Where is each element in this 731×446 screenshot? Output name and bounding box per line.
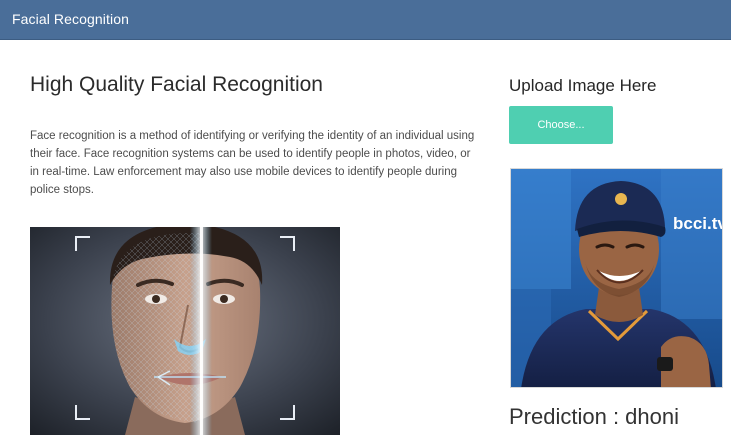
backdrop-logo-text: bcci.tv	[673, 214, 723, 233]
navbar-brand[interactable]: Facial Recognition	[12, 11, 129, 27]
navbar: Facial Recognition	[0, 0, 731, 40]
prediction-result: Prediction : dhoni	[509, 404, 679, 429]
description-text: Face recognition is a method of identify…	[30, 130, 475, 196]
uploaded-image-preview: bcci.tv	[510, 168, 723, 388]
choose-file-button[interactable]: Choose...	[509, 106, 613, 144]
upload-title: Upload Image Here	[509, 76, 657, 95]
hero-face-scan-image	[30, 227, 340, 435]
page-title: High Quality Facial Recognition	[30, 73, 323, 96]
